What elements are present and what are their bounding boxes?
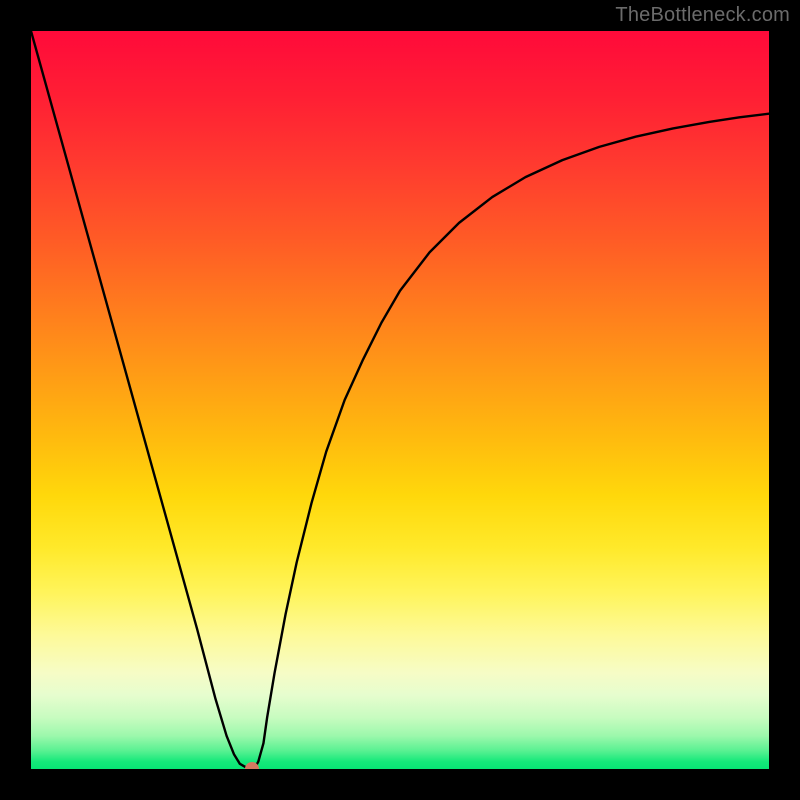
curve-svg	[31, 31, 769, 769]
chart-frame: TheBottleneck.com	[0, 0, 800, 800]
plot-area	[31, 31, 769, 769]
bottleneck-curve	[31, 31, 769, 768]
watermark: TheBottleneck.com	[615, 4, 790, 27]
